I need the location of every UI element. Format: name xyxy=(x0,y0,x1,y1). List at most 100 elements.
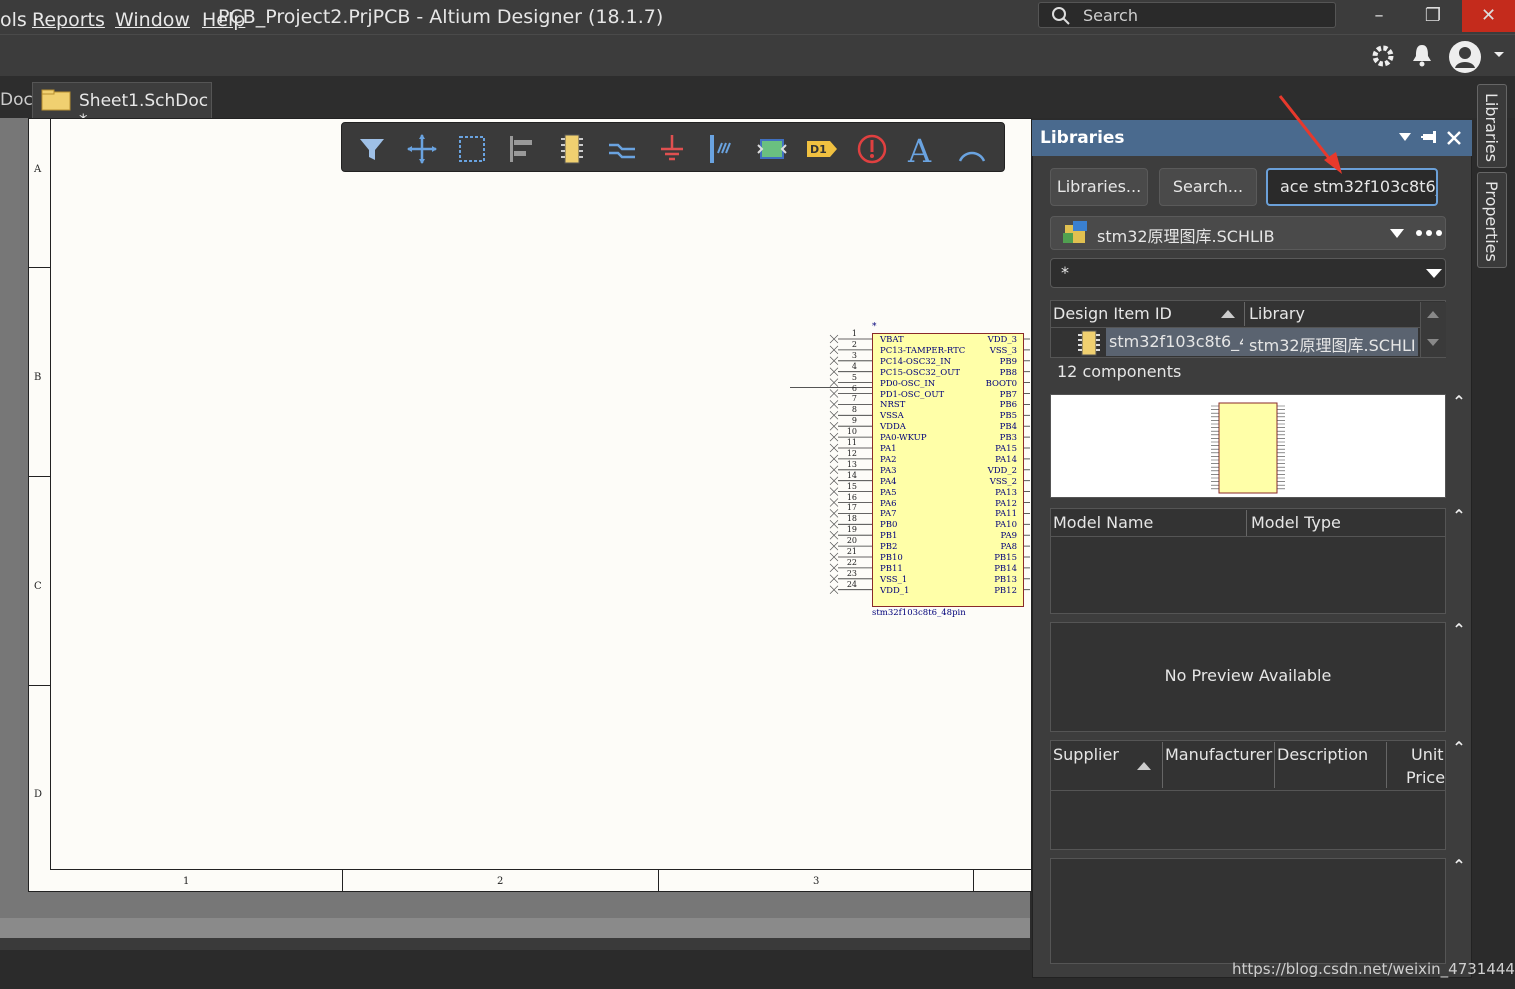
no-connect-marker xyxy=(829,530,839,540)
pin-number: 6 xyxy=(851,383,857,393)
restore-button[interactable]: ❐ xyxy=(1408,0,1458,32)
menu-tools[interactable]: ols xyxy=(0,9,27,31)
select-icon[interactable] xyxy=(454,131,490,167)
pin-right-label: PB5 xyxy=(999,411,1017,422)
side-tab-libraries[interactable]: Libraries xyxy=(1477,84,1507,168)
right-pin-lines xyxy=(1024,338,1030,591)
minimize-button[interactable]: – xyxy=(1354,0,1404,32)
row-divider xyxy=(28,476,50,477)
pin-number: 20 xyxy=(846,536,857,546)
header-model-name[interactable]: Model Name xyxy=(1053,513,1153,532)
chevron-down-icon[interactable] xyxy=(1425,268,1443,280)
header-library[interactable]: Library xyxy=(1249,304,1305,323)
pin-left-label: PC14-OSC32_IN xyxy=(880,356,952,367)
pin-left-label: VSSA xyxy=(880,411,904,422)
pin-left-label: PB1 xyxy=(880,531,898,542)
user-avatar-icon[interactable] xyxy=(1448,40,1482,74)
pin-left-label: PB11 xyxy=(880,563,903,574)
gear-icon[interactable] xyxy=(1370,43,1396,69)
panel-menu-icon[interactable] xyxy=(1398,131,1412,143)
tab-sheet1[interactable]: Sheet1.SchDoc * xyxy=(32,82,212,131)
header-design-item-id[interactable]: Design Item ID xyxy=(1053,304,1172,323)
pin-number: 13 xyxy=(846,459,857,469)
menu-window[interactable]: Window xyxy=(115,9,190,31)
pin-left-label: NRST xyxy=(880,400,906,411)
chevron-down-icon[interactable] xyxy=(1493,50,1505,60)
power-ground-icon[interactable] xyxy=(654,131,690,167)
pin-right-label: PA8 xyxy=(1000,542,1018,553)
column-divider xyxy=(342,870,343,892)
column-separator xyxy=(1246,510,1247,536)
collapse-icon[interactable]: ⌃︎ xyxy=(1449,856,1469,876)
tab-partial[interactable]: Doc xyxy=(0,90,33,110)
port-icon[interactable]: D1 xyxy=(804,131,840,167)
scroll-down-icon[interactable] xyxy=(1426,338,1440,348)
pin-right-label: PB13 xyxy=(994,574,1017,585)
harness-icon[interactable] xyxy=(704,131,740,167)
more-options-icon[interactable] xyxy=(1415,229,1443,237)
pin-number: 4 xyxy=(851,361,857,371)
sort-ascending-icon[interactable] xyxy=(1136,761,1152,771)
pin-number: 12 xyxy=(846,448,857,458)
arc-icon[interactable] xyxy=(954,131,990,167)
align-icon[interactable] xyxy=(504,131,540,167)
bell-icon[interactable] xyxy=(1410,42,1434,68)
collapse-icon[interactable]: ⌃︎ xyxy=(1449,620,1469,640)
pin-number: 10 xyxy=(846,427,857,437)
sheet-symbol-icon[interactable] xyxy=(754,131,790,167)
move-icon[interactable] xyxy=(404,131,440,167)
pin-right-label: PB8 xyxy=(999,367,1017,378)
library-select[interactable]: stm32原理图库.SCHLIB xyxy=(1050,216,1446,250)
libraries-button[interactable]: Libraries... xyxy=(1050,168,1148,206)
collapse-icon[interactable]: ⌃︎ xyxy=(1449,738,1469,758)
filter-select[interactable]: * xyxy=(1050,258,1446,288)
library-icon xyxy=(1063,221,1087,243)
pin-left-label: PB0 xyxy=(880,520,898,531)
no-connect-marker xyxy=(829,400,839,409)
pin-right-label: VSS_3 xyxy=(989,345,1017,356)
row-divider xyxy=(28,267,50,268)
pin-right-label: PB14 xyxy=(994,563,1017,574)
row-label-b: B xyxy=(34,372,42,383)
pin-icon[interactable] xyxy=(1421,129,1439,145)
filter-value: * xyxy=(1061,263,1069,282)
search-button[interactable]: Search... xyxy=(1159,168,1257,206)
col-label-1: 1 xyxy=(183,876,190,887)
wire-icon[interactable] xyxy=(604,131,640,167)
no-preview-text: No Preview Available xyxy=(1164,666,1332,685)
side-tab-properties[interactable]: Properties xyxy=(1477,172,1507,268)
text-icon[interactable]: A xyxy=(904,131,940,170)
sort-ascending-icon[interactable] xyxy=(1220,309,1236,319)
collapse-icon[interactable]: ⌃︎ xyxy=(1449,392,1469,412)
horizontal-scrollbar[interactable] xyxy=(0,918,1030,938)
filter-icon[interactable] xyxy=(354,131,390,167)
no-connect-marker xyxy=(829,378,839,387)
directive-icon[interactable] xyxy=(854,131,890,167)
column-separator xyxy=(1244,302,1245,326)
stm32-component-body[interactable]: VBAT 1 PC13-TAMPER-RTC 2 PC14-OSC32_IN 3 PC15-… xyxy=(847,329,1024,607)
no-connect-marker xyxy=(829,498,839,507)
header-price[interactable]: Price xyxy=(1406,768,1445,787)
menu-reports[interactable]: Reports xyxy=(32,9,105,31)
scroll-up-icon[interactable] xyxy=(1426,309,1440,319)
pin-right-label: PB9 xyxy=(999,356,1017,367)
column-divider xyxy=(658,870,659,892)
no-connect-marker xyxy=(829,389,839,398)
header-unit[interactable]: Unit xyxy=(1411,745,1444,764)
menu-help[interactable]: Help xyxy=(202,9,245,31)
close-icon[interactable] xyxy=(1446,130,1462,146)
header-model-type[interactable]: Model Type xyxy=(1251,513,1341,532)
collapse-icon[interactable]: ⌃︎ xyxy=(1449,506,1469,526)
close-button[interactable]: ✕ xyxy=(1462,0,1515,32)
no-connect-marker xyxy=(829,454,839,464)
header-manufacturer[interactable]: Manufacturer xyxy=(1165,745,1272,764)
header-description[interactable]: Description xyxy=(1277,745,1368,764)
no-connect-marker xyxy=(829,476,839,485)
pin-number: 11 xyxy=(846,438,857,447)
header-supplier[interactable]: Supplier xyxy=(1053,745,1119,764)
row-divider xyxy=(28,685,50,686)
global-search-input[interactable]: Search xyxy=(1038,2,1336,28)
place-part-icon[interactable] xyxy=(554,131,590,167)
chevron-down-icon[interactable] xyxy=(1389,228,1405,240)
pin-right-label: PB3 xyxy=(999,433,1017,444)
